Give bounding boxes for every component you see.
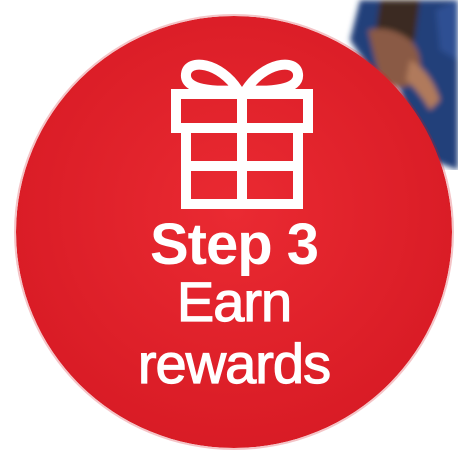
step-3-badge-graphic: Step 3 Earn rewards	[0, 0, 458, 454]
gift-icon	[171, 59, 313, 209]
step-label: Step 3	[149, 212, 319, 277]
headline-line-2: rewards	[137, 332, 331, 395]
headline-line-1: Earn	[176, 270, 292, 333]
